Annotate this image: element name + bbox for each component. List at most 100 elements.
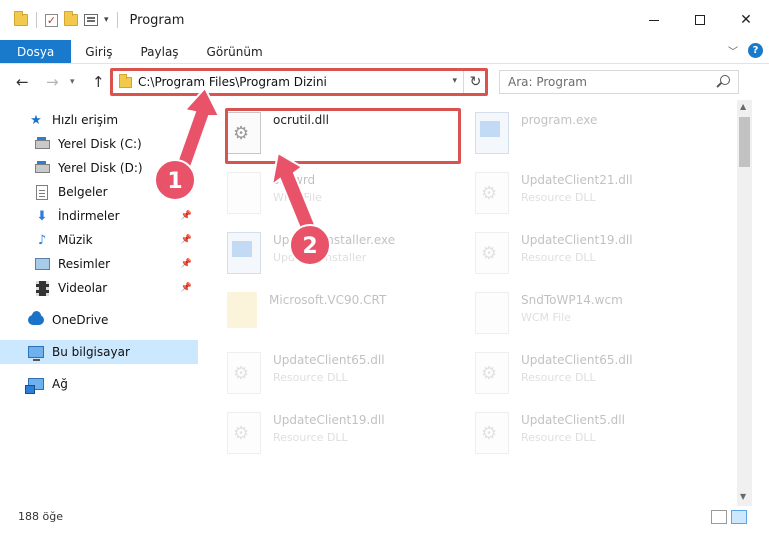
vertical-scrollbar[interactable]: ▲ ▼ [737, 100, 752, 506]
file-type: Resource DLL [521, 251, 596, 264]
up-arrow-icon[interactable]: ↑ [92, 73, 105, 91]
back-arrow-icon[interactable]: ← [16, 73, 29, 91]
file-name: Microsoft.VC90.CRT [269, 293, 387, 307]
file-item[interactable]: Microsoft.VC90.CRT [201, 286, 441, 342]
sidebar-item-label: OneDrive [52, 313, 109, 327]
callout-2-number: 2 [302, 234, 317, 259]
exe-icon [475, 112, 509, 154]
dll-icon [475, 352, 509, 394]
scroll-down-icon[interactable]: ▼ [740, 492, 746, 501]
folder-icon [14, 11, 28, 26]
file-type: Resource DLL [521, 371, 596, 384]
ribbon-right-controls: ﹀ ? [728, 43, 763, 58]
folder-icon [227, 292, 257, 328]
tab-file[interactable]: Dosya [0, 40, 72, 63]
dll-icon [227, 352, 261, 394]
toolbar-divider [36, 12, 37, 28]
music-icon: ♪ [37, 232, 47, 248]
download-icon: ⬇ [36, 208, 48, 224]
cloud-icon [28, 311, 44, 325]
help-button[interactable]: ? [748, 43, 763, 58]
status-bar: 188 öğe [0, 506, 769, 540]
minimize-icon [649, 19, 659, 21]
sidebar-item-onedrive[interactable]: OneDrive [0, 308, 198, 332]
dll-icon [475, 412, 509, 454]
drive-icon [34, 136, 50, 149]
pin-icon[interactable]: 📌 [181, 259, 192, 269]
sidebar-item-label: Ağ [52, 377, 68, 391]
sidebar-item-pictures[interactable]: Resimler 📌 [0, 252, 198, 276]
sidebar-item-label: Yerel Disk (C:) [58, 137, 142, 151]
file-type: WCM File [521, 311, 571, 324]
tab-home[interactable]: Giriş [71, 40, 126, 63]
file-item[interactable]: SndToWP14.wcm WCM File [449, 286, 689, 342]
file-item[interactable]: UpdateClient19.dll Resource DLL [449, 226, 689, 282]
pictures-icon [34, 258, 50, 270]
sidebar-item-label: Müzik [58, 233, 93, 247]
star-icon: ★ [30, 112, 42, 128]
ribbon-tabs: Dosya Giriş Paylaş Görünüm ﹀ ? [0, 40, 769, 64]
dll-icon [227, 412, 261, 454]
details-view-icon[interactable] [711, 510, 727, 524]
sidebar-item-videos[interactable]: Videolar 📌 [0, 276, 198, 300]
file-type: Resource DLL [521, 431, 596, 444]
quick-access-toolbar: ✓ ▾ [0, 0, 120, 40]
title-bar: ✓ ▾ Program ✕ [0, 0, 769, 40]
computer-icon [28, 346, 44, 361]
search-icon[interactable] [720, 75, 730, 85]
file-item[interactable]: UpdateClient19.dll Resource DLL [201, 406, 441, 462]
file-name: UpdateClient65.dll [521, 353, 633, 367]
properties-icon[interactable] [84, 14, 98, 26]
file-item[interactable]: UpdateClient5.dll Resource DLL [449, 406, 689, 462]
pin-icon[interactable]: 📌 [181, 283, 192, 293]
search-input[interactable]: Ara: Program [499, 70, 739, 94]
sidebar-item-label: Hızlı erişim [52, 113, 119, 127]
forward-arrow-icon[interactable]: → [46, 73, 59, 91]
scroll-up-icon[interactable]: ▲ [740, 102, 746, 111]
sidebar-item-label: Resimler [58, 257, 111, 271]
new-folder-icon[interactable] [64, 11, 78, 26]
sidebar-item-label: Bu bilgisayar [52, 345, 130, 359]
expand-ribbon-chevron-icon[interactable]: ﹀ [728, 43, 738, 58]
file-icon [475, 292, 509, 334]
sidebar-item-network[interactable]: Ağ [0, 372, 198, 396]
sidebar-item-this-pc[interactable]: Bu bilgisayar [0, 340, 198, 364]
tiles-view-icon[interactable] [731, 510, 747, 524]
drive-icon [34, 160, 50, 173]
callout-2-arrow [270, 151, 318, 235]
tab-view[interactable]: Görünüm [193, 40, 277, 63]
pin-icon[interactable]: 📌 [181, 235, 192, 245]
file-name: UpdateClient5.dll [521, 413, 625, 427]
quick-access-dropdown[interactable]: ▾ [104, 15, 109, 25]
toolbar-divider [116, 12, 118, 28]
file-item[interactable]: UpdateClient65.dll Resource DLL [201, 346, 441, 402]
file-item[interactable]: UpdateClient21.dll Resource DLL [449, 166, 689, 222]
tab-share[interactable]: Paylaş [126, 40, 192, 63]
sidebar-item-music[interactable]: ♪ Müzik 📌 [0, 228, 198, 252]
file-name: UpdateClient19.dll [273, 413, 385, 427]
exe-icon [227, 232, 261, 274]
minimize-button[interactable] [631, 0, 677, 40]
callout-2: 2 [270, 151, 331, 266]
properties-check-icon[interactable]: ✓ [45, 13, 58, 27]
callout-1-number: 1 [167, 169, 182, 194]
dll-icon [475, 232, 509, 274]
item-count: 188 öğe [18, 510, 63, 523]
pin-icon[interactable]: 📌 [181, 211, 192, 221]
recent-locations-chevron-icon[interactable]: ▾ [70, 77, 75, 87]
maximize-icon [695, 15, 705, 25]
file-name: UpdateClient65.dll [273, 353, 385, 367]
search-placeholder: Ara: Program [508, 75, 587, 89]
window-title: Program [129, 12, 185, 28]
address-row: ← → ▾ ↑ C:\Program Files\Program Dizini … [0, 64, 769, 100]
close-button[interactable]: ✕ [723, 0, 769, 40]
sidebar-item-downloads[interactable]: ⬇ İndirmeler 📌 [0, 204, 198, 228]
network-icon [25, 378, 44, 394]
scroll-thumb[interactable] [739, 117, 750, 167]
maximize-button[interactable] [677, 0, 723, 40]
video-icon [35, 280, 49, 296]
file-item[interactable]: program.exe [449, 106, 689, 162]
file-item[interactable]: UpdateClient65.dll Resource DLL [449, 346, 689, 402]
file-icon [227, 172, 261, 214]
file-name: UpdateClient19.dll [521, 233, 633, 247]
